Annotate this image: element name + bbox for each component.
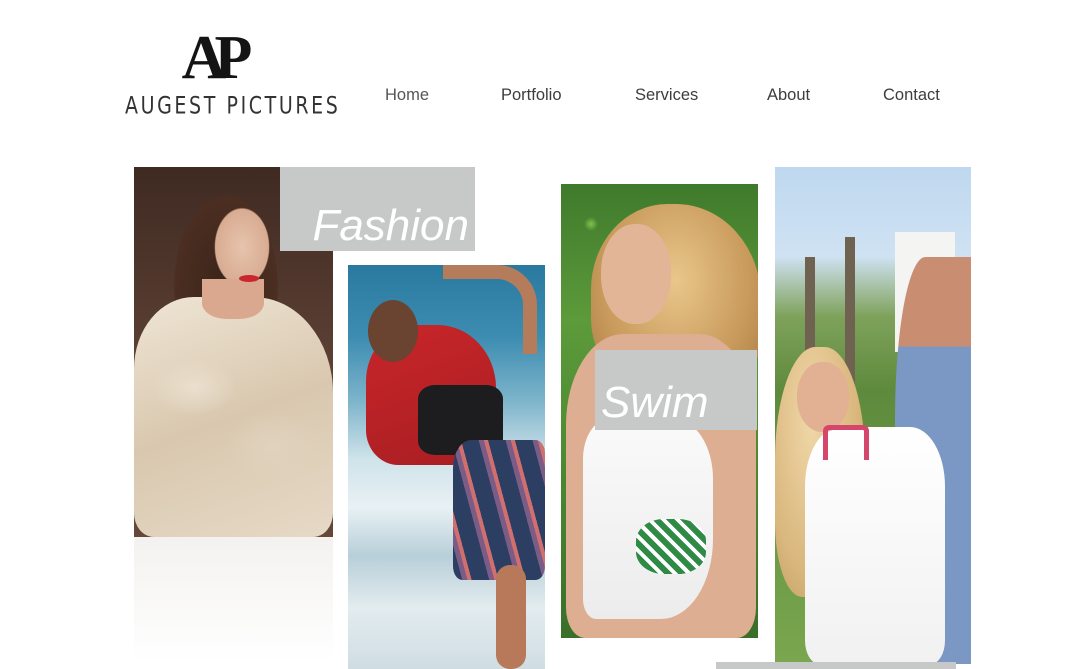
lips [239,275,259,282]
leaf-print [636,519,706,574]
pink-collar [823,425,869,460]
nav-portfolio-link[interactable]: Portfolio [501,86,562,105]
surfer-head [368,300,418,362]
nav-about-link[interactable]: About [767,86,810,105]
nav-services-link[interactable]: Services [635,86,698,105]
leg [496,565,526,669]
logo-mark: AP [181,24,253,92]
fashion-category-label[interactable]: Fashion [280,167,475,251]
swim-category-label[interactable]: Swim [595,350,757,430]
face [601,224,671,324]
fur-wrap [134,297,333,537]
couple-photo[interactable] [775,167,971,664]
logo[interactable]: AP AUGEST PICTURES [125,24,341,120]
nav-home-link[interactable]: Home [385,86,429,105]
fashion-label-text: Fashion [312,201,469,250]
nav-contact-link[interactable]: Contact [883,86,940,105]
next-category-label-edge [716,662,956,669]
tennis-dress [805,427,945,664]
white-dress [134,537,333,662]
neck [202,279,264,319]
white-swimsuit [583,419,713,619]
swim-label-text: Swim [601,378,709,427]
striped-shorts [453,440,545,580]
logo-text: AUGEST PICTURES [125,92,341,120]
woman-face [797,362,849,432]
kitesurf-photo[interactable] [348,265,545,669]
